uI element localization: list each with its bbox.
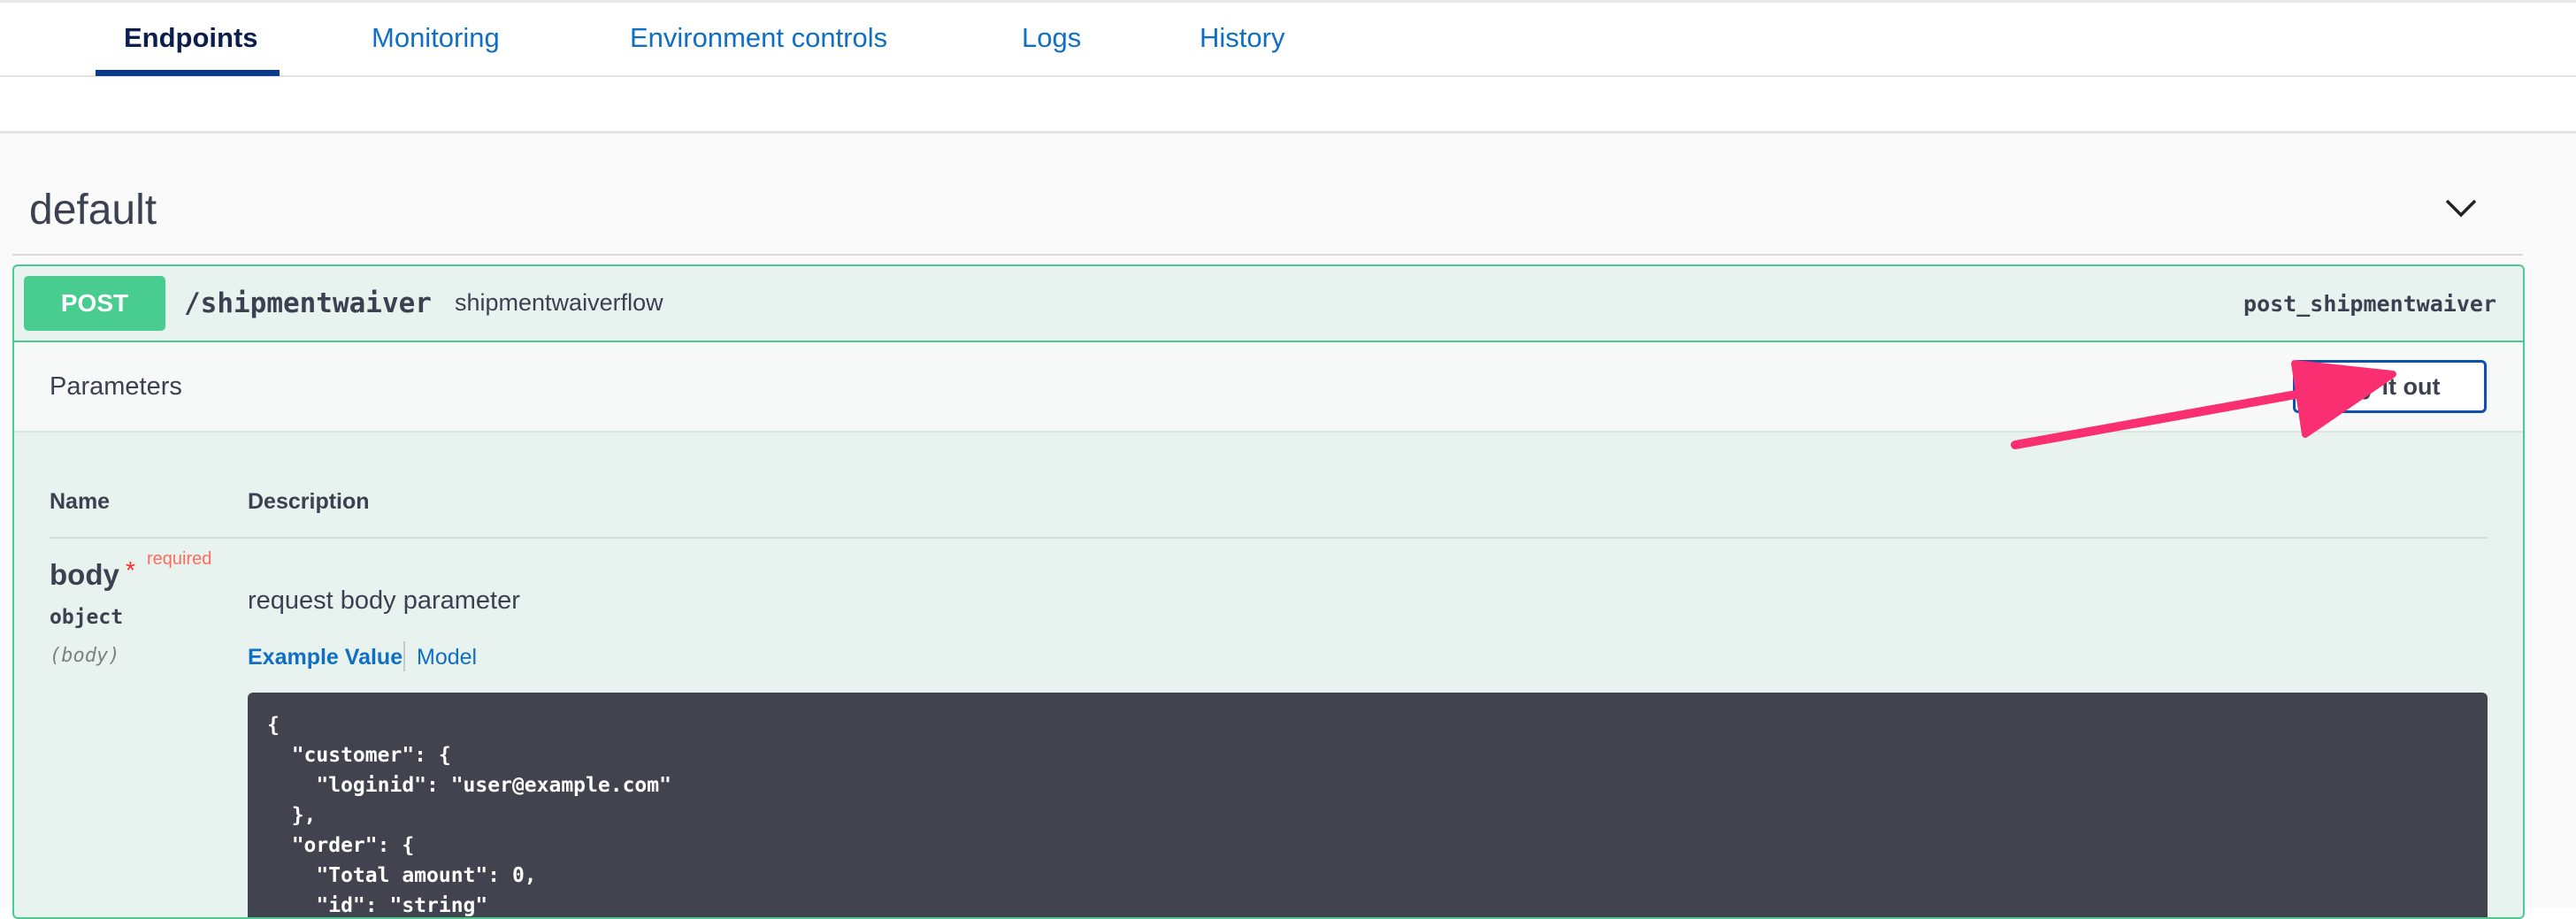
tab-endpoints[interactable]: Endpoints [124, 22, 258, 54]
active-tab-indicator [96, 70, 280, 76]
param-location: (body) [50, 645, 120, 667]
method-badge[interactable]: POST [24, 276, 165, 331]
header-band [0, 77, 2576, 134]
tab-logs[interactable]: Logs [1022, 22, 1081, 54]
operation-summary[interactable]: POST /shipmentwaiver shipmentwaiverflow … [14, 266, 2523, 342]
operation-id: post_shipmentwaiver [2243, 291, 2496, 317]
tab-separator [403, 641, 405, 671]
tab-model[interactable]: Model [417, 645, 477, 670]
operation-path[interactable]: /shipmentwaiver [184, 287, 432, 319]
tab-example-value[interactable]: Example Value [248, 645, 402, 670]
param-type: object [50, 606, 124, 629]
nav-tabs: Endpoints Monitoring Environment control… [0, 3, 2576, 77]
operation-block: POST /shipmentwaiver shipmentwaiverflow … [12, 264, 2525, 919]
parameters-title: Parameters [50, 372, 182, 401]
column-header-description: Description [248, 489, 370, 514]
parameters-header: Parameters Try it out [14, 342, 2523, 433]
column-header-name: Name [50, 489, 111, 514]
tab-monitoring[interactable]: Monitoring [372, 22, 500, 54]
tab-history[interactable]: History [1200, 22, 1284, 54]
main-content: default POST /shipmentwaiver shipmentwai… [0, 134, 2576, 919]
example-code-block[interactable]: { "customer": { "loginid": "user@example… [248, 693, 2488, 917]
column-divider [50, 537, 2488, 539]
try-it-out-button[interactable]: Try it out [2293, 360, 2487, 413]
chevron-down-icon[interactable] [2443, 190, 2479, 226]
param-name: body [50, 558, 119, 591]
section-divider [12, 254, 2523, 256]
required-marker: * [126, 556, 135, 584]
operation-description: shipmentwaiverflow [455, 289, 663, 316]
required-label: required [147, 549, 212, 569]
param-description: request body parameter [248, 586, 520, 615]
section-title[interactable]: default [29, 186, 157, 234]
tab-environment-controls[interactable]: Environment controls [630, 22, 887, 54]
